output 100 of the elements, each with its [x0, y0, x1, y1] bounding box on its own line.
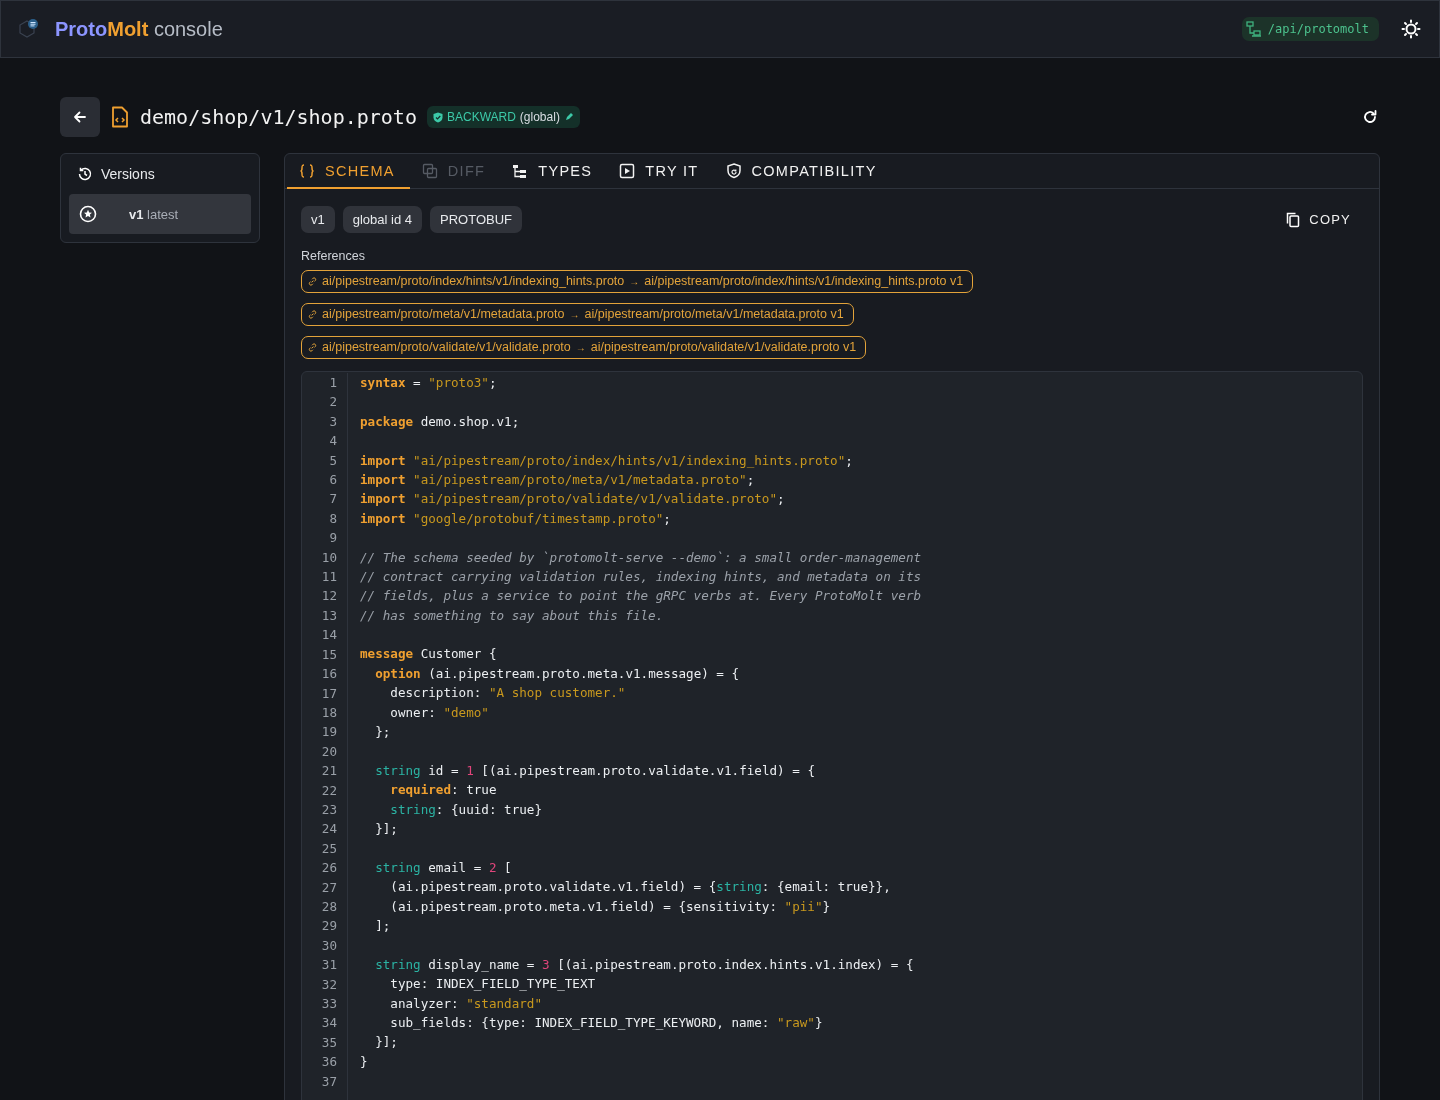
file-path: demo/shop/v1/shop.proto: [140, 105, 417, 129]
line-number: 25: [320, 839, 338, 858]
line-number: 6: [328, 471, 338, 490]
code-line: required: true: [389, 782, 497, 798]
line-number: 15: [320, 645, 338, 664]
code-line: import "ai/pipestream/proto/validate/v1/validate.proto";: [360, 491, 785, 507]
play-icon: [619, 163, 636, 179]
app-title: ProtoMolt console: [55, 17, 223, 41]
line-number: 11: [320, 568, 338, 587]
code-line: string display_name = 3 [(ai.pipestream.proto.index.hints.v1.index) = {: [374, 956, 914, 972]
line-number: 35: [320, 1033, 338, 1052]
shield-check-icon: [432, 111, 443, 123]
line-number: 22: [320, 781, 338, 800]
line-number: 33: [320, 995, 338, 1013]
line-number: 26: [320, 859, 338, 878]
line-number: 30: [320, 936, 338, 955]
tab[interactable]: TYPES: [500, 154, 608, 189]
code-line: syntax = "proto3";: [360, 375, 497, 390]
code-line: ];: [374, 917, 391, 933]
info-chip: v1: [301, 206, 335, 233]
line-number: 21: [320, 762, 338, 781]
code-line: // The schema seeded by `protomolt-serve --demo`: a small order-management: [360, 549, 922, 565]
info-chip: global id 4: [342, 206, 422, 233]
api-endpoint-badge: /api/protomolt: [1241, 17, 1379, 41]
code-line: }];: [374, 821, 398, 836]
code-line: string id = 1 [(ai.pipestream.proto.validate.v1.field) = {: [374, 762, 815, 778]
line-number: 8: [328, 509, 338, 528]
refresh-icon: [1362, 109, 1378, 125]
theme-toggle-button[interactable]: [1399, 17, 1423, 41]
line-number: 5: [328, 451, 338, 470]
code-line: description: "A shop customer.": [389, 685, 626, 701]
code-line: sub_fields: {type: INDEX_FIELD_TYPE_KEYWORD, name: "raw"}: [389, 1014, 823, 1030]
line-number: 1: [328, 374, 338, 392]
history-icon: [77, 166, 93, 182]
pencil-icon: [563, 112, 574, 122]
link-icon: [308, 342, 317, 352]
sun-icon: [1401, 19, 1421, 39]
version-item[interactable]: v1 latest: [69, 194, 251, 234]
code-line: analyzer: "standard": [389, 995, 542, 1011]
code-line: (ai.pipestream.proto.validate.v1.field) = {string: {email: true}},: [389, 879, 891, 895]
code-line: import "ai/pipestream/proto/meta/v1/metadata.proto";: [360, 471, 755, 487]
code-line: type: INDEX_FIELD_TYPE_TEXT: [389, 976, 596, 992]
diff-icon: [421, 163, 438, 179]
line-number: 13: [320, 606, 338, 625]
code-line: // fields, plus a service to point the gRPC verbs at. Every ProtoMolt verb: [360, 588, 922, 604]
reference-link[interactable]: ai/pipestream/proto/meta/v1/metadata.proto → ai/pipestream/proto/meta/v1/metadata.proto v1: [301, 303, 854, 326]
code-line: owner: "demo": [389, 704, 489, 720]
line-number: 10: [320, 548, 338, 567]
reference-link[interactable]: ai/pipestream/proto/validate/v1/validate.proto → ai/pipestream/proto/validate/v1/validate.proto v1: [301, 336, 867, 359]
compatibility-badge[interactable]: BACKWARD (global): [426, 106, 580, 128]
line-number: 9: [328, 529, 338, 548]
tab[interactable]: TRY IT: [607, 154, 714, 189]
code-line: package demo.shop.v1;: [360, 413, 520, 429]
code-line: // contract carrying validation rules, indexing hints, and metadata on its: [360, 568, 922, 584]
line-number: 4: [328, 432, 338, 451]
line-number: 28: [320, 897, 338, 916]
line-number: 36: [320, 1053, 338, 1072]
line-number: 19: [320, 723, 338, 742]
line-number: 32: [320, 975, 338, 994]
code-line: message Customer {: [360, 646, 497, 662]
references-label: References: [301, 249, 366, 263]
line-number: 7: [328, 490, 338, 509]
line-number: 12: [320, 587, 338, 606]
line-number: 37: [320, 1072, 338, 1091]
versions-heading: Versions: [101, 166, 155, 182]
code-line: }: [360, 1053, 368, 1069]
line-number: 18: [320, 703, 338, 722]
braces-icon: [299, 163, 315, 179]
code-line: // has something to say about this file.: [360, 607, 664, 623]
line-number: 20: [320, 742, 338, 761]
line-number: 27: [320, 878, 338, 897]
tab[interactable]: COMPATIBILITY: [713, 154, 892, 189]
code-line: import "ai/pipestream/proto/index/hints/v1/indexing_hints.proto";: [360, 452, 853, 468]
copy-icon: [1286, 211, 1301, 228]
line-number: 24: [320, 820, 338, 839]
link-icon: [308, 276, 317, 286]
line-number: 2: [328, 393, 338, 412]
back-arrow-icon: [72, 109, 88, 125]
line-number: 34: [320, 1014, 338, 1033]
tab[interactable]: SCHEMA: [287, 154, 410, 189]
back-button[interactable]: [60, 97, 100, 137]
code-line: import "google/protobuf/timestamp.proto";: [360, 510, 671, 526]
code-file-icon: [110, 106, 130, 128]
line-number: 31: [320, 956, 338, 975]
code-line: option (ai.pipestream.proto.meta.v1.message) = {: [374, 665, 740, 681]
line-number: 17: [320, 684, 338, 703]
line-number: 3: [328, 412, 338, 431]
code-line: };: [374, 724, 391, 740]
line-number: 14: [320, 626, 338, 645]
shield-icon: [725, 163, 742, 179]
copy-button[interactable]: COPY: [1274, 207, 1363, 232]
link-icon: [308, 309, 317, 319]
reference-link[interactable]: ai/pipestream/proto/index/hints/v1/indexing_hints.proto → ai/pipestream/proto/index/hints/v1/indexing_hints.proto v1: [301, 270, 974, 293]
line-number: 16: [320, 665, 338, 684]
code-line: string: {uuid: true}: [389, 801, 542, 817]
line-number: 29: [320, 917, 338, 936]
info-chip: PROTOBUF: [430, 206, 522, 233]
code-line: (ai.pipestream.proto.meta.v1.field) = {sensitivity: "pii"}: [389, 898, 831, 914]
code-line: string email = 2 [: [374, 859, 512, 875]
tree-icon: [512, 163, 529, 179]
